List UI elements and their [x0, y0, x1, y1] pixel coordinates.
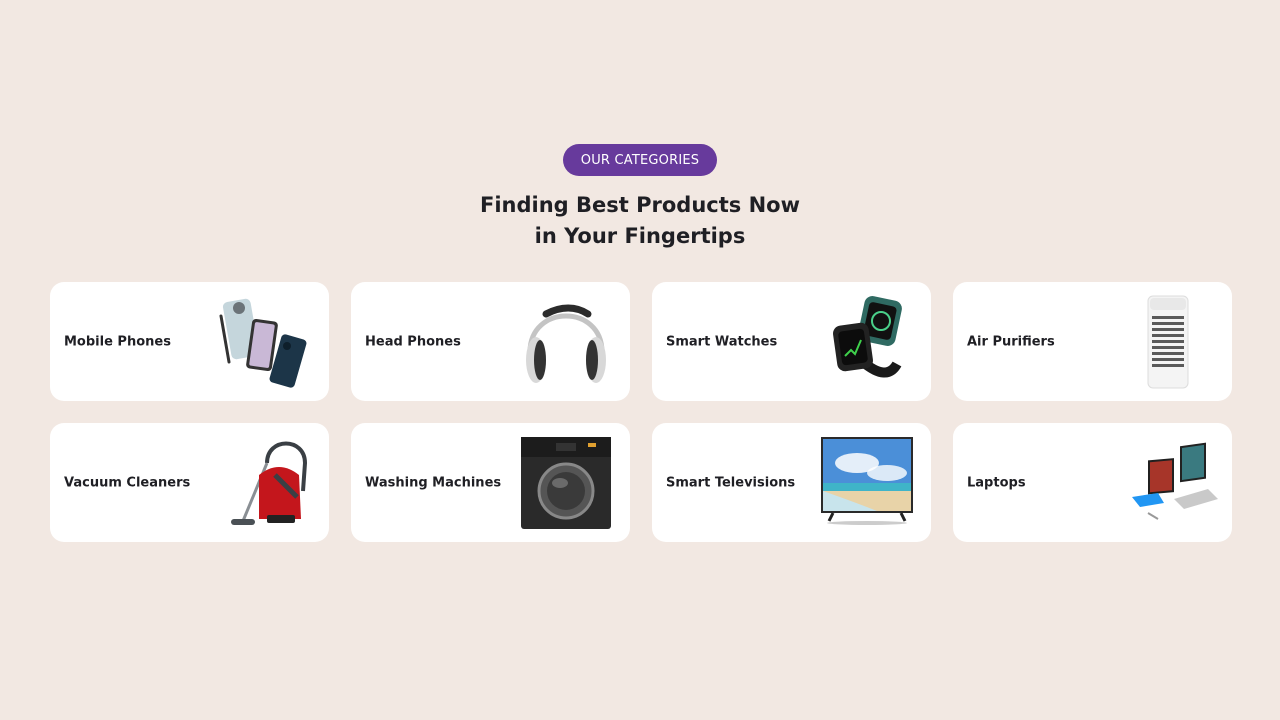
washing-machine-image [516, 433, 616, 533]
category-label: Head Phones [365, 334, 461, 349]
category-label: Washing Machines [365, 475, 502, 490]
category-card-air-purifiers[interactable]: Air Purifiers [953, 282, 1232, 401]
category-card-vacuum-cleaners[interactable]: Vacuum Cleaners [50, 423, 329, 542]
section-heading: Finding Best Products Now in Your Finger… [340, 190, 940, 252]
headphones-image [516, 292, 616, 392]
categories-section: OUR CATEGORIES Finding Best Products Now… [0, 0, 1280, 720]
category-card-mobile-phones[interactable]: Mobile Phones [50, 282, 329, 401]
category-label: Air Purifiers [967, 334, 1055, 349]
heading-line-2: in Your Fingertips [534, 224, 746, 248]
category-label: Laptops [967, 475, 1026, 490]
category-card-smart-watches[interactable]: Smart Watches [652, 282, 931, 401]
laptops-image [1118, 433, 1218, 533]
mobile-phones-image [215, 292, 315, 392]
category-grid: Mobile Phones Head Phones Smart Watches … [50, 282, 1232, 542]
section-badge: OUR CATEGORIES [563, 144, 717, 176]
category-label: Vacuum Cleaners [64, 475, 191, 490]
air-purifier-image [1118, 292, 1218, 392]
vacuum-cleaner-image [215, 433, 315, 533]
category-label: Smart Televisions [666, 475, 796, 490]
category-label: Mobile Phones [64, 334, 171, 349]
smart-tv-image [817, 433, 917, 533]
category-card-laptops[interactable]: Laptops [953, 423, 1232, 542]
smart-watches-image [817, 292, 917, 392]
category-card-smart-televisions[interactable]: Smart Televisions [652, 423, 931, 542]
heading-line-1: Finding Best Products Now [480, 193, 800, 217]
category-label: Smart Watches [666, 334, 778, 349]
category-card-head-phones[interactable]: Head Phones [351, 282, 630, 401]
category-card-washing-machines[interactable]: Washing Machines [351, 423, 630, 542]
